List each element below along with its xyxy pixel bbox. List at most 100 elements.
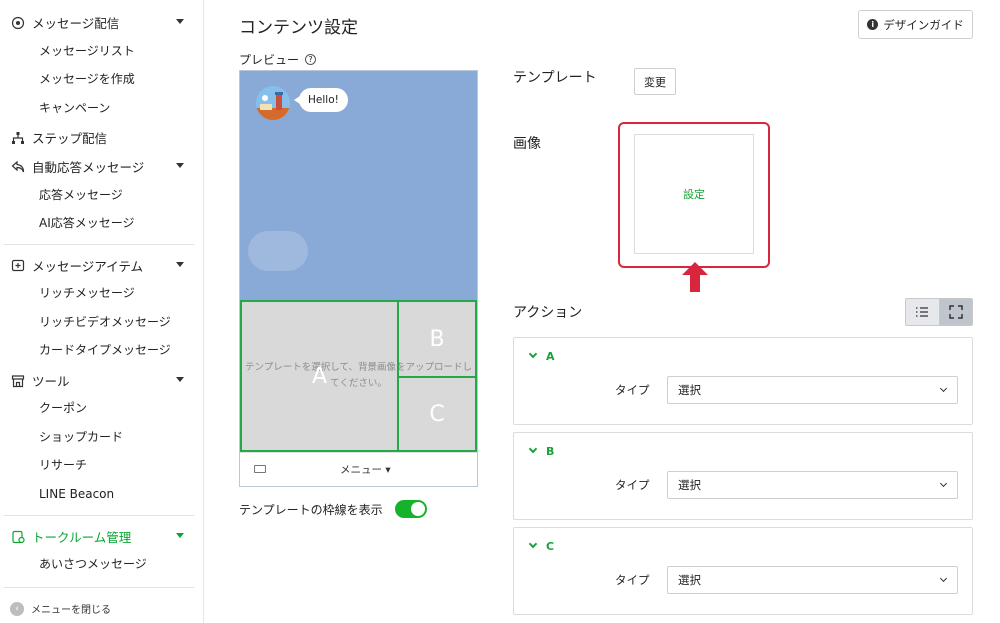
preview-label-text: プレビュー xyxy=(239,53,300,67)
sidebar-item-message-list[interactable]: メッセージリスト xyxy=(39,37,135,66)
design-guide-button[interactable]: i デザインガイド xyxy=(858,10,973,39)
rich-area-b[interactable]: B xyxy=(397,300,477,378)
chat-preview: Hello! テンプレートを選択して、背景画像をアップロードしてください。 A … xyxy=(239,70,478,487)
talkroom-icon xyxy=(10,529,26,545)
sidebar-group-step-delivery[interactable]: ステップ配信 xyxy=(0,123,204,152)
rich-area-c[interactable]: C xyxy=(397,376,477,452)
select-value: 選択 xyxy=(678,573,701,587)
sidebar: メッセージ配信 メッセージリスト メッセージを作成 キャンペーン ステップ配信 … xyxy=(0,0,204,623)
template-border-toggle-row: テンプレートの枠線を表示 xyxy=(239,500,427,518)
type-label: タイプ xyxy=(615,478,650,492)
area-label: B xyxy=(429,326,445,352)
sidebar-item-campaign[interactable]: キャンペーン xyxy=(39,94,110,123)
sidebar-group-label: 自動応答メッセージ xyxy=(32,160,145,175)
type-label: タイプ xyxy=(615,573,650,587)
chevron-down-icon xyxy=(939,479,948,488)
action-name: C xyxy=(546,540,555,553)
chevron-down-icon[interactable] xyxy=(528,349,538,359)
sidebar-group-label: ステップ配信 xyxy=(32,131,108,146)
action-label: アクション xyxy=(513,305,583,321)
sidebar-item-ai-reply-message[interactable]: AI応答メッセージ xyxy=(39,209,135,238)
caret-down-icon xyxy=(176,163,184,168)
chat-bubble: Hello! xyxy=(294,88,348,112)
rich-menu-preview: テンプレートを選択して、背景画像をアップロードしてください。 A B C xyxy=(240,300,477,452)
sidebar-item-research[interactable]: リサーチ xyxy=(39,451,87,480)
area-label: A xyxy=(311,363,328,389)
template-border-toggle[interactable] xyxy=(394,500,427,518)
action-name: A xyxy=(546,350,555,363)
help-icon[interactable]: ? xyxy=(305,54,317,65)
page-title: コンテンツ設定 xyxy=(239,18,358,38)
design-guide-label: デザインガイド xyxy=(883,17,964,32)
sidebar-divider xyxy=(4,587,194,588)
chevron-left-icon: ‹ xyxy=(10,601,24,616)
broadcast-icon xyxy=(10,15,26,31)
sidebar-group-talkroom[interactable]: トークルーム管理 xyxy=(0,522,204,551)
image-label: 画像 xyxy=(513,136,541,152)
sidebar-group-auto-reply[interactable]: 自動応答メッセージ xyxy=(0,152,204,181)
hierarchy-icon xyxy=(10,130,26,146)
sidebar-item-rich-video-message[interactable]: リッチビデオメッセージ xyxy=(39,308,171,337)
caret-down-icon xyxy=(176,533,184,538)
chevron-down-icon[interactable] xyxy=(528,539,538,549)
rich-area-a[interactable]: A xyxy=(240,300,399,452)
sidebar-item-shop-card[interactable]: ショップカード xyxy=(39,423,123,452)
change-template-button[interactable]: 変更 xyxy=(634,68,676,95)
type-label: タイプ xyxy=(615,383,650,397)
shop-icon xyxy=(10,373,26,389)
chevron-down-icon[interactable] xyxy=(528,444,538,454)
fullscreen-view-button[interactable] xyxy=(938,299,972,325)
action-panel-b: B タイプ 選択 xyxy=(513,432,973,520)
reply-icon xyxy=(10,159,26,175)
image-highlight-frame: 設定 xyxy=(618,122,770,268)
action-type-select[interactable]: 選択 xyxy=(667,471,958,499)
sidebar-divider xyxy=(4,244,194,245)
sidebar-divider xyxy=(4,515,194,516)
area-label: C xyxy=(429,401,445,427)
sidebar-group-message-items[interactable]: メッセージアイテム xyxy=(0,251,204,280)
sidebar-group-label: メッセージアイテム xyxy=(32,259,144,274)
list-view-button[interactable] xyxy=(906,299,939,325)
sidebar-group-label: ツール xyxy=(32,374,70,389)
sidebar-item-line-beacon[interactable]: LINE Beacon xyxy=(39,480,114,509)
fullscreen-icon xyxy=(949,305,963,319)
sidebar-item-create-message[interactable]: メッセージを作成 xyxy=(39,65,135,94)
view-toggle xyxy=(905,298,973,326)
action-panel-c: C タイプ 選択 xyxy=(513,527,973,615)
list-icon xyxy=(916,307,929,317)
background-cloud xyxy=(248,231,308,271)
chevron-down-icon xyxy=(939,384,948,393)
caret-down-icon xyxy=(176,262,184,267)
toggle-label: テンプレートの枠線を表示 xyxy=(239,502,383,517)
action-type-select[interactable]: 選択 xyxy=(667,566,958,594)
keyboard-icon xyxy=(254,465,266,473)
close-menu-label: メニューを閉じる xyxy=(31,605,111,616)
plus-square-icon xyxy=(10,258,26,274)
sidebar-group-label: トークルーム管理 xyxy=(32,530,132,545)
sidebar-item-reply-message[interactable]: 応答メッセージ xyxy=(39,181,123,210)
sidebar-item-coupon[interactable]: クーポン xyxy=(39,394,87,423)
sidebar-group-message-delivery[interactable]: メッセージ配信 xyxy=(0,8,204,37)
arrow-up-icon xyxy=(682,262,708,292)
close-menu-button[interactable]: ‹ メニューを閉じる xyxy=(10,601,111,616)
avatar xyxy=(256,86,290,120)
action-type-select[interactable]: 選択 xyxy=(667,376,958,404)
sidebar-item-card-type-message[interactable]: カードタイプメッセージ xyxy=(39,336,171,365)
select-value: 選択 xyxy=(678,478,701,492)
sidebar-item-greeting-message[interactable]: あいさつメッセージ xyxy=(39,550,147,579)
sidebar-item-rich-message[interactable]: リッチメッセージ xyxy=(39,279,135,308)
chat-menu-bar: メニュー ▾ xyxy=(240,452,477,486)
action-panel-a: A タイプ 選択 xyxy=(513,337,973,425)
caret-down-icon xyxy=(176,377,184,382)
select-value: 選択 xyxy=(678,383,701,397)
caret-down-icon xyxy=(176,19,184,24)
sidebar-group-label: メッセージ配信 xyxy=(32,16,120,31)
info-icon: i xyxy=(867,19,879,30)
sidebar-group-tools[interactable]: ツール xyxy=(0,366,204,395)
action-name: B xyxy=(546,445,555,458)
toggle-knob xyxy=(410,502,425,516)
preview-label: プレビュー ? xyxy=(239,51,317,68)
chevron-down-icon xyxy=(939,574,948,583)
set-image-button[interactable]: 設定 xyxy=(634,134,754,254)
menu-label[interactable]: メニュー ▾ xyxy=(340,462,391,477)
